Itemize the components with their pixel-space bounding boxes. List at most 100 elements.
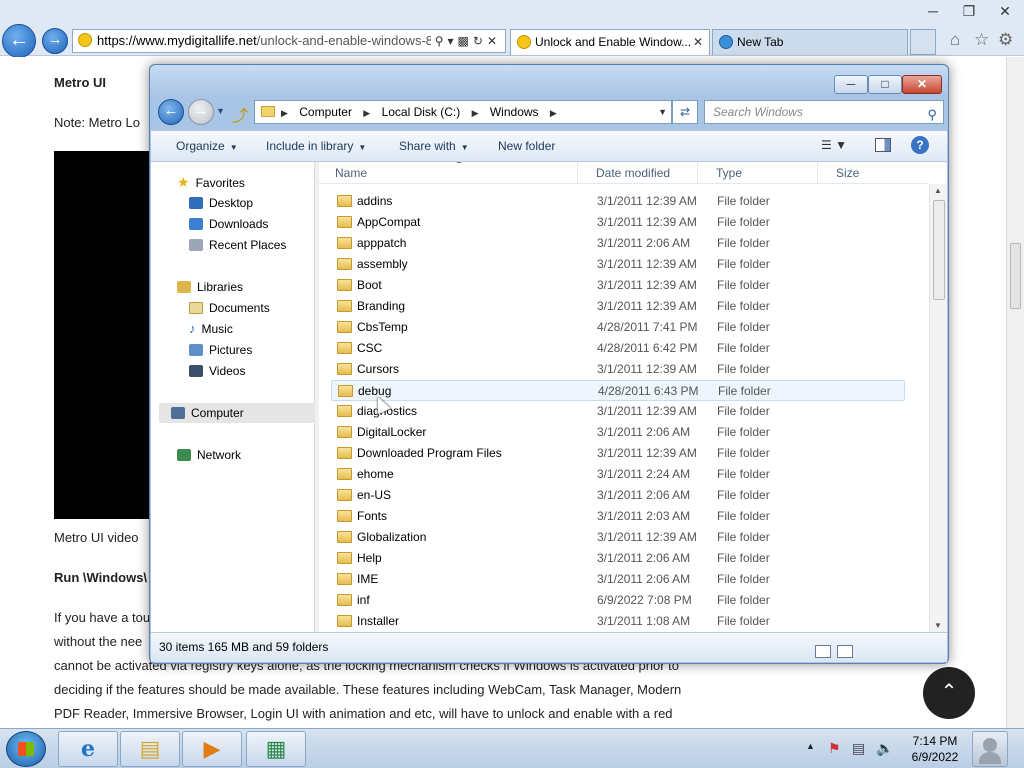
column-date-modified[interactable]: Date modified: [580, 166, 670, 180]
column-type[interactable]: Type: [700, 166, 742, 180]
action-center-flag-icon[interactable]: ⚑: [828, 740, 841, 757]
breadcrumb-computer[interactable]: Computer: [299, 105, 352, 119]
file-row[interactable]: Help 3/1/2011 2:06 AM File folder: [331, 548, 905, 569]
explorer-title-bar[interactable]: ─ □ ✕: [150, 65, 948, 95]
file-list-scroll-thumb[interactable]: [933, 200, 945, 300]
file-row[interactable]: AppCompat 3/1/2011 12:39 AM File folder: [331, 212, 905, 233]
start-button[interactable]: [6, 731, 46, 767]
browser-close-button[interactable]: ✕: [988, 2, 1022, 22]
recent-pages-dropdown-icon[interactable]: ▼: [216, 106, 225, 116]
organize-button[interactable]: Organize ▼: [176, 139, 238, 153]
tab-new-tab[interactable]: New Tab: [712, 29, 908, 55]
browser-forward-button[interactable]: →: [42, 28, 68, 54]
file-list-scrollbar[interactable]: ▲ ▼: [929, 184, 947, 632]
breadcrumb-separator-icon[interactable]: ▶: [281, 108, 288, 118]
file-row[interactable]: DigitalLocker 3/1/2011 2:06 AM File folder: [331, 422, 905, 443]
taskbar-internet-explorer[interactable]: e: [58, 731, 118, 767]
nav-computer[interactable]: Computer: [159, 403, 315, 423]
column-divider[interactable]: [817, 162, 818, 184]
explorer-address-bar[interactable]: ▶ Computer ▶ Local Disk (C:) ▶ Windows ▶…: [254, 100, 672, 124]
file-row[interactable]: Globalization 3/1/2011 12:39 AM File folde…: [331, 527, 905, 548]
tools-gear-icon[interactable]: ⚙: [998, 30, 1013, 50]
change-view-icon[interactable]: ☰ ▼: [821, 138, 847, 152]
page-scrollbar[interactable]: [1006, 57, 1024, 728]
breadcrumb-local-disk[interactable]: Local Disk (C:): [382, 105, 461, 119]
share-with-button[interactable]: Share with ▼: [399, 139, 469, 153]
nav-favorites[interactable]: ★ Favorites: [177, 172, 245, 192]
file-row[interactable]: inf 6/9/2022 7:08 PM File folder: [331, 590, 905, 611]
explorer-maximize-button[interactable]: □: [868, 75, 902, 94]
nav-downloads[interactable]: Downloads: [189, 214, 268, 234]
taskbar-app[interactable]: ▦: [246, 731, 306, 767]
search-icon[interactable]: ⚲: [927, 104, 937, 126]
file-row[interactable]: assembly 3/1/2011 12:39 AM File folder: [331, 254, 905, 275]
column-divider[interactable]: [577, 162, 578, 184]
up-folder-icon[interactable]: ⤴: [232, 102, 248, 126]
breadcrumb-windows[interactable]: Windows: [490, 105, 539, 119]
nav-desktop[interactable]: Desktop: [189, 193, 253, 213]
nav-documents[interactable]: Documents: [189, 298, 270, 318]
file-row[interactable]: en-US 3/1/2011 2:06 AM File folder: [331, 485, 905, 506]
explorer-back-button[interactable]: ←: [158, 99, 184, 125]
explorer-close-button[interactable]: ✕: [902, 75, 942, 94]
file-row[interactable]: Downloaded Program Files 3/1/2011 12:39 A…: [331, 443, 905, 464]
file-row[interactable]: CbsTemp 4/28/2011 7:41 PM File folder: [331, 317, 905, 338]
file-row[interactable]: addins 3/1/2011 12:39 AM File folder: [331, 191, 905, 212]
breadcrumb-separator-icon[interactable]: ▶: [472, 108, 479, 118]
new-tab-button[interactable]: [910, 29, 936, 55]
explorer-minimize-button[interactable]: ─: [834, 75, 868, 94]
show-hidden-icons-icon[interactable]: ▲: [806, 741, 815, 751]
page-scroll-thumb[interactable]: [1010, 243, 1021, 309]
browser-minimize-button[interactable]: ─: [916, 2, 950, 22]
address-tools[interactable]: ⚲▾▩↻✕: [430, 30, 501, 52]
column-name[interactable]: Name: [319, 166, 367, 180]
thumbnails-view-icon[interactable]: [837, 645, 853, 658]
column-divider[interactable]: [697, 162, 698, 184]
file-row[interactable]: Boot 3/1/2011 12:39 AM File folder: [331, 275, 905, 296]
browser-back-button[interactable]: ←: [2, 24, 36, 58]
favorites-star-icon[interactable]: ☆: [974, 30, 989, 50]
breadcrumb-separator-icon[interactable]: ▶: [550, 108, 557, 118]
search-input[interactable]: Search Windows ⚲: [704, 100, 944, 124]
system-clock[interactable]: 7:14 PM 6/9/2022: [904, 733, 966, 765]
nav-pictures[interactable]: Pictures: [189, 340, 252, 360]
file-row[interactable]: ehome 3/1/2011 2:24 AM File folder: [331, 464, 905, 485]
home-icon[interactable]: ⌂: [950, 30, 960, 50]
nav-videos[interactable]: Videos: [189, 361, 245, 381]
file-row[interactable]: diagnostics 3/1/2011 12:39 AM File folder: [331, 401, 905, 422]
tab-close-icon[interactable]: ✕: [693, 30, 703, 54]
help-icon[interactable]: ?: [911, 136, 929, 154]
taskbar-media-player[interactable]: ▶: [182, 731, 242, 767]
browser-restore-button[interactable]: ❐: [952, 2, 986, 22]
scroll-up-icon[interactable]: ▲: [934, 186, 942, 195]
volume-muted-icon[interactable]: 🔈: [876, 740, 893, 757]
taskbar-windows-explorer[interactable]: ▤: [120, 731, 180, 767]
include-in-library-button[interactable]: Include in library ▼: [266, 139, 366, 153]
user-account-button[interactable]: [972, 731, 1008, 767]
tab-unlock-enable[interactable]: Unlock and Enable Window... ✕: [510, 29, 710, 55]
file-row[interactable]: debug 4/28/2011 6:43 PM File folder: [331, 380, 905, 401]
back-to-top-button[interactable]: ⌃: [923, 667, 975, 719]
browser-address-bar[interactable]: https://www.mydigitallife.net/unlock-and…: [72, 29, 506, 53]
nav-network[interactable]: Network: [177, 445, 241, 465]
nav-libraries[interactable]: Libraries: [177, 277, 243, 297]
preview-pane-icon[interactable]: [875, 138, 891, 152]
scroll-down-icon[interactable]: ▼: [934, 621, 942, 630]
file-row[interactable]: apppatch 3/1/2011 2:06 AM File folder: [331, 233, 905, 254]
explorer-forward-button[interactable]: →: [188, 99, 214, 125]
file-row[interactable]: Fonts 3/1/2011 2:03 AM File folder: [331, 506, 905, 527]
breadcrumb-separator-icon[interactable]: ▶: [363, 108, 370, 118]
video-player[interactable]: [54, 151, 154, 519]
file-row[interactable]: CSC 4/28/2011 6:42 PM File folder: [331, 338, 905, 359]
file-row[interactable]: Cursors 3/1/2011 12:39 AM File folder: [331, 359, 905, 380]
network-tray-icon[interactable]: ▤: [852, 740, 865, 757]
refresh-button[interactable]: ⇄: [672, 100, 698, 124]
address-history-dropdown-icon[interactable]: ▼: [658, 101, 667, 123]
file-row[interactable]: Branding 3/1/2011 12:39 AM File folder: [331, 296, 905, 317]
details-view-icon[interactable]: [815, 645, 831, 658]
file-row[interactable]: IME 3/1/2011 2:06 AM File folder: [331, 569, 905, 590]
nav-music[interactable]: ♪ Music: [189, 319, 233, 339]
file-row[interactable]: Installer 3/1/2011 1:08 AM File folder: [331, 611, 905, 632]
column-size[interactable]: Size: [820, 166, 859, 180]
new-folder-button[interactable]: New folder: [498, 139, 555, 153]
